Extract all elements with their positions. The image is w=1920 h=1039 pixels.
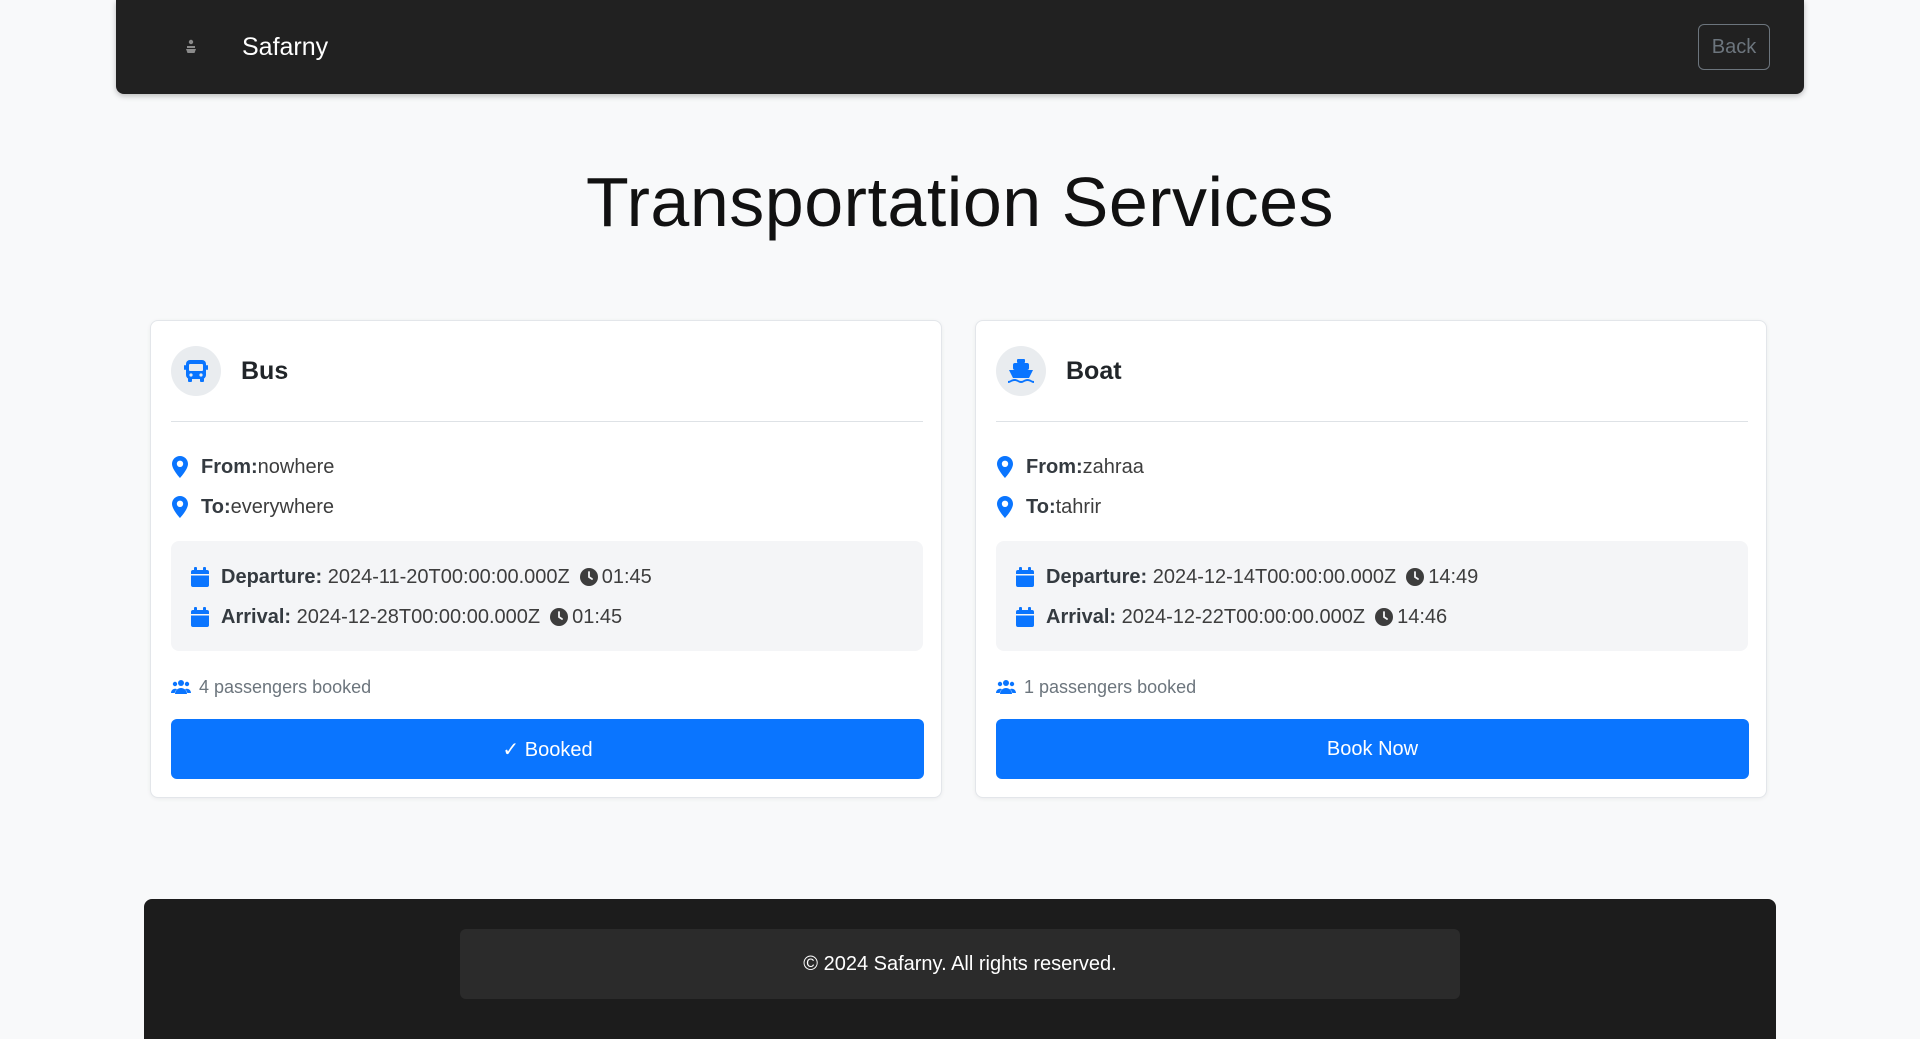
clock-icon (579, 568, 598, 586)
footer-copyright: © 2024 Safarny. All rights reserved. (460, 929, 1460, 999)
to-value: everywhere (230, 496, 334, 518)
navbar: Safarny Back (116, 0, 1804, 94)
clock-icon (1406, 568, 1425, 586)
transport-card-boat: Boat From:zahraa To:tahrir Departure: 20… (975, 320, 1767, 798)
back-button[interactable]: Back (1698, 24, 1770, 70)
map-pin-icon (997, 496, 1013, 518)
departure-time: 14:49 (1428, 566, 1479, 588)
calendar-icon (191, 567, 209, 587)
departure-date: 2024-11-20T00:00:00.000Z (327, 566, 570, 588)
footer: © 2024 Safarny. All rights reserved. (144, 899, 1776, 1039)
arrival-time: 14:46 (1397, 606, 1448, 628)
map-pin-icon (172, 496, 188, 518)
brand-name[interactable]: Safarny (242, 32, 328, 62)
book-now-button[interactable]: Book Now (996, 719, 1749, 779)
card-header: Boat (996, 346, 1748, 422)
page-title: Transportation Services (585, 163, 1335, 241)
to-label: To: (1026, 496, 1056, 518)
users-icon (996, 680, 1016, 694)
calendar-icon (1016, 607, 1034, 627)
passengers-count: 1 passengers booked (1024, 677, 1197, 697)
users-icon (171, 680, 191, 694)
transport-card-bus: Bus From:nowhere To:everywhere Departure… (150, 320, 942, 798)
departure-label: Departure: (1046, 566, 1148, 588)
booked-button[interactable]: ✓ Booked (171, 719, 924, 779)
transport-type: Bus (241, 357, 289, 385)
arrival-date: 2024-12-22T00:00:00.000Z (1121, 606, 1366, 628)
arrival-date: 2024-12-28T00:00:00.000Z (296, 606, 541, 628)
schedule-box: Departure: 2024-12-14T00:00:00.000Z 14:49… (996, 541, 1748, 651)
map-pin-icon (172, 456, 188, 478)
bus-icon (171, 346, 221, 396)
transport-type: Boat (1066, 357, 1122, 385)
card-header: Bus (171, 346, 923, 422)
map-pin-icon (997, 456, 1013, 478)
passengers-count: 4 passengers booked (199, 677, 372, 697)
from-value: nowhere (257, 456, 335, 478)
departure-date: 2024-12-14T00:00:00.000Z (1152, 566, 1397, 588)
calendar-icon (191, 607, 209, 627)
clock-icon (550, 608, 569, 626)
arrival-label: Arrival: (1046, 606, 1117, 628)
ship-icon (996, 346, 1046, 396)
departure-label: Departure: (221, 566, 323, 588)
from-label: From: (201, 456, 258, 478)
to-label: To: (201, 496, 231, 518)
brand-logo-icon[interactable] (182, 38, 200, 56)
to-value: tahrir (1055, 496, 1102, 518)
arrival-time: 01:45 (572, 606, 623, 628)
departure-time: 01:45 (601, 566, 652, 588)
from-label: From: (1026, 456, 1083, 478)
clock-icon (1375, 608, 1394, 626)
passengers-info: 1 passengers booked (996, 675, 1196, 699)
arrival-label: Arrival: (221, 606, 292, 628)
from-value: zahraa (1082, 456, 1144, 478)
calendar-icon (1016, 567, 1034, 587)
schedule-box: Departure: 2024-11-20T00:00:00.000Z 01:45… (171, 541, 923, 651)
passengers-info: 4 passengers booked (171, 675, 371, 699)
